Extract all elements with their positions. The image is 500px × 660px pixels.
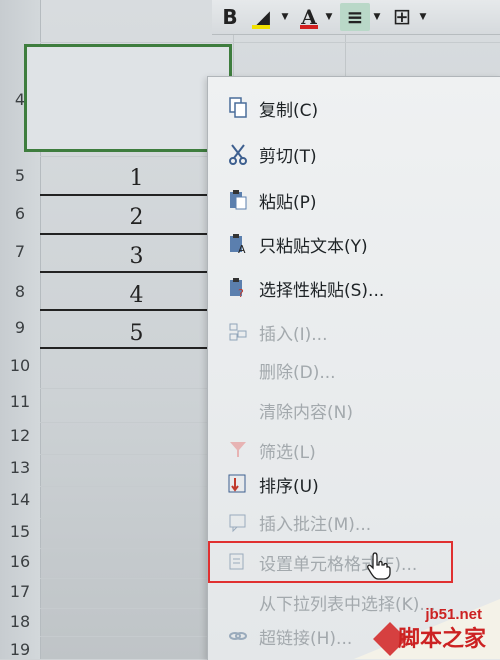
paste-special-icon: ? xyxy=(226,276,250,300)
scissors-icon xyxy=(226,142,250,166)
menu-item-label: 只粘贴文本(Y) xyxy=(259,236,368,257)
insert-icon xyxy=(226,320,250,344)
chevron-down-icon[interactable]: ▼ xyxy=(280,3,290,31)
menu-item-paste-text[interactable]: A 只粘贴文本(Y) xyxy=(208,225,500,263)
chevron-down-icon[interactable]: ▼ xyxy=(418,3,428,31)
chevron-down-icon[interactable]: ▼ xyxy=(372,3,382,31)
menu-item-sort[interactable]: 排序(U) xyxy=(208,465,500,503)
cell-value[interactable]: 5 xyxy=(40,321,233,346)
menu-item-copy[interactable]: 复制(C) xyxy=(208,89,500,127)
svg-text:A: A xyxy=(238,243,246,255)
row-number[interactable]: 14 xyxy=(0,490,40,509)
row-number[interactable]: 6 xyxy=(0,204,40,223)
menu-item-cut[interactable]: 剪切(T) xyxy=(208,135,500,173)
fill-color-button[interactable]: ◢ xyxy=(248,3,278,31)
font-color-swatch xyxy=(300,25,318,29)
menu-item-label: 插入(I)... xyxy=(259,324,328,345)
cell-value[interactable]: 1 xyxy=(40,166,233,191)
row-number[interactable]: 16 xyxy=(0,552,40,571)
row-number[interactable]: 11 xyxy=(0,392,40,411)
highlight-annotation-box xyxy=(208,541,453,583)
hyperlink-icon xyxy=(226,624,250,648)
cell-value[interactable]: 2 xyxy=(40,205,233,230)
menu-item-label: 排序(U) xyxy=(259,476,319,497)
menu-item-filter[interactable]: 筛选(L) xyxy=(208,431,500,469)
watermark-text: 脚本之家 xyxy=(397,627,486,652)
row-number[interactable]: 12 xyxy=(0,426,40,445)
menu-item-paste-special[interactable]: ? 选择性粘贴(S)... xyxy=(208,269,500,307)
copy-icon xyxy=(226,96,250,120)
svg-text:?: ? xyxy=(238,287,244,299)
row-number[interactable]: 19 xyxy=(0,640,40,659)
menu-item-insert-comment[interactable]: 插入批注(M)... xyxy=(208,503,500,541)
paste-text-icon: A xyxy=(226,232,250,256)
menu-item-clear[interactable]: 清除内容(N) xyxy=(208,391,500,429)
row-number[interactable]: 8 xyxy=(0,282,40,301)
menu-item-label: 插入批注(M)... xyxy=(259,514,372,535)
fill-color-swatch xyxy=(252,25,270,29)
cell-border xyxy=(40,309,233,311)
watermark: jb51.net 脚本之家 xyxy=(354,599,500,659)
menu-item-label: 筛选(L) xyxy=(259,442,316,463)
cell-border xyxy=(40,347,233,349)
menu-item-label: 删除(D)... xyxy=(259,362,336,383)
row-number[interactable]: 17 xyxy=(0,582,40,601)
chevron-down-icon[interactable]: ▼ xyxy=(324,3,334,31)
borders-icon[interactable]: ⊞ xyxy=(388,3,416,31)
row-gridline xyxy=(40,42,500,43)
cell-value[interactable]: 4 xyxy=(40,283,233,308)
bold-button[interactable]: B xyxy=(218,3,242,31)
align-center-icon[interactable]: ≡ xyxy=(340,3,370,31)
row-number[interactable]: 18 xyxy=(0,612,40,631)
paste-icon xyxy=(226,188,250,212)
row-number[interactable]: 5 xyxy=(0,166,40,185)
font-color-button[interactable]: A xyxy=(296,3,322,31)
menu-item-paste[interactable]: 粘贴(P) xyxy=(208,181,500,219)
cell-border xyxy=(40,194,233,196)
sort-icon xyxy=(226,472,250,496)
mouse-cursor-icon xyxy=(366,551,392,585)
menu-item-label: 粘贴(P) xyxy=(259,192,317,213)
menu-item-label: 复制(C) xyxy=(259,100,319,121)
menu-item-label: 选择性粘贴(S)... xyxy=(259,280,385,301)
row-number[interactable]: 15 xyxy=(0,522,40,541)
row-number[interactable]: 10 xyxy=(0,356,40,375)
row-number[interactable]: 7 xyxy=(0,242,40,261)
filter-icon xyxy=(226,438,250,462)
row-number[interactable]: 9 xyxy=(0,318,40,337)
selected-cell[interactable] xyxy=(24,44,232,152)
cell-border xyxy=(40,233,233,235)
cell-border xyxy=(40,271,233,273)
menu-item-label: 清除内容(N) xyxy=(259,402,353,423)
menu-item-delete[interactable]: 删除(D)... xyxy=(208,351,500,389)
row-number[interactable]: 13 xyxy=(0,458,40,477)
menu-item-label: 剪切(T) xyxy=(259,146,317,167)
cell-value[interactable]: 3 xyxy=(40,244,233,269)
comment-icon xyxy=(226,510,250,534)
menu-item-label: 超链接(H)... xyxy=(259,628,353,649)
format-toolbar: B ◢ ▼ A ▼ ≡ ▼ ⊞ ▼ xyxy=(212,0,500,35)
menu-item-insert[interactable]: 插入(I)... xyxy=(208,313,500,351)
